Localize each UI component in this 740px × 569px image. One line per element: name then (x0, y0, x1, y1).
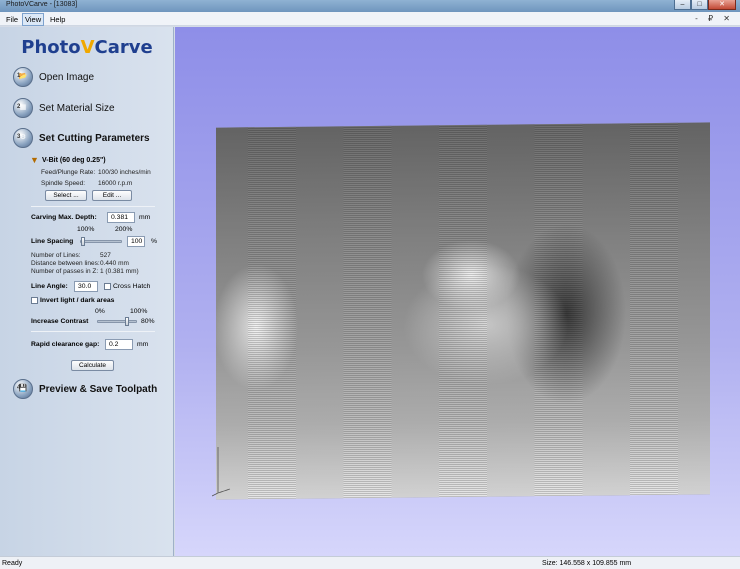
contrast-min-label: 0% (95, 308, 105, 315)
contrast-max-label: 100% (130, 308, 148, 315)
line-spacing-slider[interactable] (80, 237, 122, 246)
step-open-image[interactable]: 1 📂 Open Image (13, 67, 94, 87)
contrast-slider-thumb[interactable] (125, 317, 130, 326)
calculate-button[interactable]: Calculate (71, 360, 114, 371)
step-set-cutting-parameters[interactable]: 3 ⚙ Set Cutting Parameters (13, 128, 150, 148)
maximize-button[interactable]: □ (691, 0, 708, 10)
window-title: PhotoVCarve - [13083] (6, 1, 78, 8)
menu-view[interactable]: View (22, 13, 45, 26)
step-preview-save-toolpath[interactable]: 4 💾 Preview & Save Toolpath (13, 379, 157, 399)
tool-name: V-Bit (60 deg 0.25") (42, 156, 106, 164)
status-text: Ready (2, 560, 23, 567)
invert-label: Invert light / dark areas (40, 297, 115, 304)
clearance-unit: mm (137, 341, 149, 348)
select-tool-button[interactable]: Select ... (45, 190, 87, 201)
material-size-status: Size: 146.558 x 109.855 mm (542, 560, 632, 567)
depth-input[interactable]: 0.381 (107, 212, 135, 223)
step-label: Set Material Size (39, 102, 115, 114)
contrast-label: Increase Contrast (31, 318, 89, 325)
carved-photo-preview (216, 122, 710, 500)
clearance-input[interactable]: 0.2 (105, 339, 133, 350)
line-spacing-unit: % (151, 238, 158, 245)
window-controls: – □ ✕ (674, 0, 736, 11)
depth-label: Carving Max. Depth: (31, 214, 97, 221)
menu-file[interactable]: File (4, 14, 20, 25)
open-image-icon: 1 📂 (13, 67, 33, 87)
tool-name-row: ▼ V-Bit (60 deg 0.25") (30, 155, 106, 165)
wizard-panel: PhotoVCarve 1 📂 Open Image 2 ▦ Set Materia… (0, 27, 174, 556)
cross-hatch-checkbox[interactable] (104, 283, 111, 290)
invert-checkbox[interactable] (31, 297, 38, 304)
spacing-min-label: 100% (77, 226, 95, 233)
cutting-parameters-icon: 3 ⚙ (13, 128, 33, 148)
menu-bar: File View Help - ₽ ✕ (0, 12, 740, 26)
preview-save-icon: 4 💾 (13, 379, 33, 399)
edit-tool-button[interactable]: Edit ... (92, 190, 132, 201)
clearance-label: Rapid clearance gap: (31, 341, 100, 348)
cross-hatch-label: Cross Hatch (113, 283, 151, 290)
material-size-icon: 2 ▦ (13, 98, 33, 118)
line-spacing-input[interactable]: 100 (127, 236, 145, 247)
app-logo: PhotoVCarve (21, 37, 153, 58)
step-label: Preview & Save Toolpath (39, 383, 158, 395)
spacing-max-label: 200% (115, 226, 133, 233)
contrast-slider[interactable] (97, 317, 137, 326)
3d-preview-canvas[interactable] (175, 27, 740, 556)
mdi-window-controls[interactable]: - ₽ ✕ (695, 14, 734, 23)
line-spacing-label: Line Spacing (31, 238, 74, 245)
divider (31, 331, 155, 332)
line-angle-input[interactable]: 30.0 (74, 281, 98, 292)
line-spacing-slider-thumb[interactable] (81, 237, 85, 246)
minimize-button[interactable]: – (674, 0, 691, 10)
depth-unit: mm (139, 214, 151, 221)
title-bar: PhotoVCarve - [13083] – □ ✕ (0, 0, 740, 12)
step-label: Set Cutting Parameters (39, 132, 150, 144)
axis-gizmo-icon (212, 447, 231, 497)
vbit-icon: ▼ (30, 155, 39, 165)
divider (31, 206, 155, 207)
menu-help[interactable]: Help (48, 14, 67, 25)
line-angle-label: Line Angle: (31, 283, 68, 290)
step-label: Open Image (39, 71, 95, 83)
step-set-material-size[interactable]: 2 ▦ Set Material Size (13, 98, 115, 118)
status-bar: Ready Size: 146.558 x 109.855 mm (0, 556, 740, 569)
close-button[interactable]: ✕ (708, 0, 736, 10)
contrast-value: 80% (141, 318, 155, 325)
